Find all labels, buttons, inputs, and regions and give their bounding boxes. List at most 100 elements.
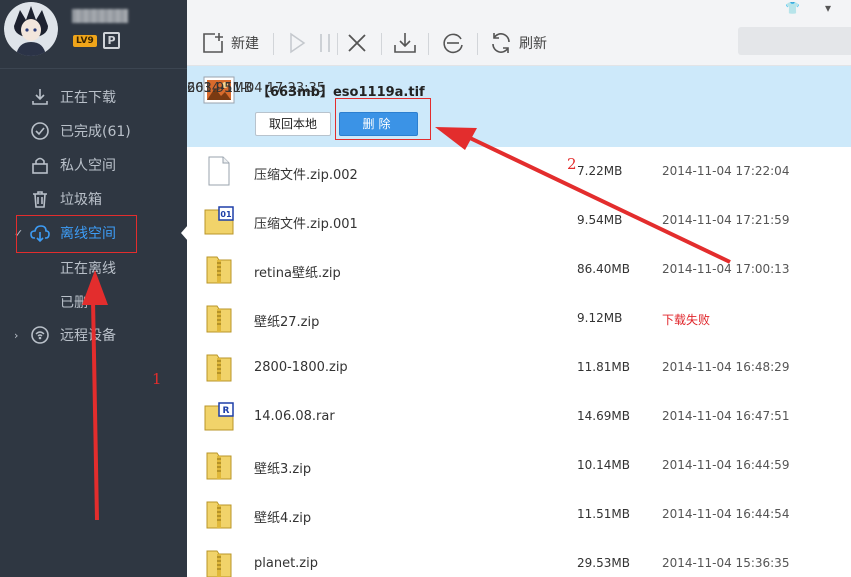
avatar[interactable] <box>4 2 58 56</box>
sidebar-item-label: 垃圾箱 <box>60 192 102 208</box>
sidebar-divider <box>0 68 187 69</box>
zip-file-icon <box>206 305 232 333</box>
table-row[interactable]: 壁纸3.zip 10.14MB 2014-11-04 16:44:59 <box>187 441 851 490</box>
file-name: 压缩文件.zip.002 <box>254 168 358 183</box>
toolbar: 👕 ▾ 新建 刷新 <box>187 0 851 66</box>
zip-file-icon <box>206 256 232 284</box>
file-size: 86.40MB <box>577 262 630 276</box>
annotation-label-2: 2 <box>567 155 577 173</box>
new-label: 新建 <box>231 36 259 52</box>
table-row[interactable]: 压缩文件.zip.002 7.22MB 2014-11-04 17:22:04 <box>187 147 851 196</box>
pause-icon <box>320 34 330 52</box>
level-badge: LV9 <box>73 35 97 47</box>
table-row[interactable]: 壁纸4.zip 11.51MB 2014-11-04 16:44:54 <box>187 490 851 539</box>
sidebar-item-label: 已完成(61) <box>60 124 131 140</box>
file-name: 壁纸27.zip <box>254 315 320 330</box>
annotation-box-delete <box>335 98 431 140</box>
file-date: 2014-11-04 16:44:59 <box>662 458 790 472</box>
toolbar-divider <box>428 33 429 55</box>
table-row[interactable]: retina壁纸.zip 86.40MB 2014-11-04 17:00:13 <box>187 245 851 294</box>
toolbar-divider <box>337 33 338 55</box>
refresh-button[interactable]: 刷新 <box>489 30 547 56</box>
chevron-right-icon[interactable]: › <box>14 329 18 342</box>
download-failed-status: 下载失败 <box>662 313 711 327</box>
pause-button[interactable] <box>313 30 337 56</box>
username-blurred <box>72 9 128 23</box>
sidebar-item-label: 远程设备 <box>60 328 116 344</box>
svg-text:01: 01 <box>220 210 232 219</box>
file-date: 2014-11-04 16:44:54 <box>662 507 790 521</box>
toolbar-divider <box>273 33 274 55</box>
annotation-box-offline-space <box>16 215 137 253</box>
file-date: 2014-11-04 17:22:04 <box>662 164 790 178</box>
file-size: 9.54MB <box>577 213 623 227</box>
file-name: 压缩文件.zip.001 <box>254 217 358 232</box>
menu-icon[interactable]: ▾ <box>825 1 831 15</box>
refresh-icon <box>492 33 510 53</box>
sidebar-subitem-offline-running[interactable]: 正在离线 <box>60 258 116 278</box>
remote-device-icon <box>31 326 49 344</box>
sidebar-item-remote-device[interactable]: › 远程设备 <box>0 318 187 352</box>
toolbar-divider <box>477 33 478 55</box>
close-icon <box>348 34 366 52</box>
file-date: 2014-11-04 16:48:29 <box>662 360 790 374</box>
table-row[interactable]: planet.zip 29.53MB 2014-11-04 15:36:35 <box>187 539 851 577</box>
table-row-selected[interactable]: 【663mb】eso1119a.tif 663.95MB 2014-11-04 … <box>187 66 851 147</box>
rar-file-icon: R <box>204 402 234 431</box>
file-date: 2014-11-04 17:21:59 <box>662 213 790 227</box>
delete-toolbar-button[interactable] <box>345 30 369 56</box>
retrieve-local-button[interactable]: 取回本地 <box>255 112 331 136</box>
toolbar-divider <box>381 33 382 55</box>
retrieve-toolbar-button[interactable] <box>393 30 417 56</box>
file-size: 11.51MB <box>577 507 630 521</box>
file-date: 2014-11-04 16:47:51 <box>662 409 790 423</box>
minus-circle-icon <box>443 33 463 54</box>
file-name: 壁纸3.zip <box>254 462 312 477</box>
table-row[interactable]: R 14.06.08.rar 14.69MB 2014-11-04 16:47:… <box>187 392 851 441</box>
download-tray-icon <box>394 33 416 53</box>
file-name: 2800-1800.zip <box>254 360 348 375</box>
file-size: 7.22MB <box>577 164 623 178</box>
vip-badge: P <box>103 32 120 49</box>
clear-button[interactable] <box>441 30 465 56</box>
file-size: 10.14MB <box>577 458 630 472</box>
sidebar-subitem-deleted[interactable]: 已删 <box>60 292 88 312</box>
sidebar: LV9 P 正在下载 已完成(61) 私人空间 垃圾箱 ✓ 离线空间 正在离线 … <box>0 0 188 577</box>
lock-icon <box>32 157 48 174</box>
file-name: 14.06.08.rar <box>254 409 335 424</box>
table-row[interactable]: 壁纸27.zip 9.12MB 下载失败 <box>187 294 851 343</box>
sidebar-item-private[interactable]: 私人空间 <box>0 148 187 182</box>
sidebar-item-downloading[interactable]: 正在下载 <box>0 80 187 114</box>
zip-file-icon <box>206 550 232 577</box>
play-icon <box>290 32 306 54</box>
table-row[interactable]: 01 压缩文件.zip.001 9.54MB 2014-11-04 17:21:… <box>187 196 851 245</box>
file-date: 2014-11-04 17:23:35 <box>187 81 326 96</box>
file-size: 14.69MB <box>577 409 630 423</box>
new-icon <box>203 33 223 53</box>
zip-file-icon <box>206 452 232 480</box>
skin-icon[interactable]: 👕 <box>785 1 800 15</box>
file-name: planet.zip <box>254 556 318 571</box>
new-button[interactable]: 新建 <box>201 30 259 56</box>
file-list: 【663mb】eso1119a.tif 663.95MB 2014-11-04 … <box>187 66 851 577</box>
file-date: 2014-11-04 15:36:35 <box>662 556 790 570</box>
refresh-label: 刷新 <box>519 36 547 52</box>
sidebar-item-trash[interactable]: 垃圾箱 <box>0 182 187 216</box>
zip-file-icon <box>206 501 232 529</box>
sidebar-item-completed[interactable]: 已完成(61) <box>0 114 187 148</box>
search-input[interactable] <box>738 27 851 55</box>
archive-part-icon: 01 <box>204 206 234 235</box>
file-name: retina壁纸.zip <box>254 266 341 281</box>
file-size: 11.81MB <box>577 360 630 374</box>
sidebar-item-label: 正在下载 <box>60 90 116 106</box>
svg-text:R: R <box>223 406 230 416</box>
file-date: 2014-11-04 17:00:13 <box>662 262 790 276</box>
download-icon <box>32 89 48 105</box>
file-size: 9.12MB <box>577 311 623 325</box>
sidebar-item-label: 私人空间 <box>60 158 116 174</box>
blank-file-icon <box>208 156 230 186</box>
table-row[interactable]: 2800-1800.zip 11.81MB 2014-11-04 16:48:2… <box>187 343 851 392</box>
annotation-label-1: 1 <box>152 370 162 388</box>
file-size: 29.53MB <box>577 556 630 570</box>
start-button[interactable] <box>285 30 309 56</box>
